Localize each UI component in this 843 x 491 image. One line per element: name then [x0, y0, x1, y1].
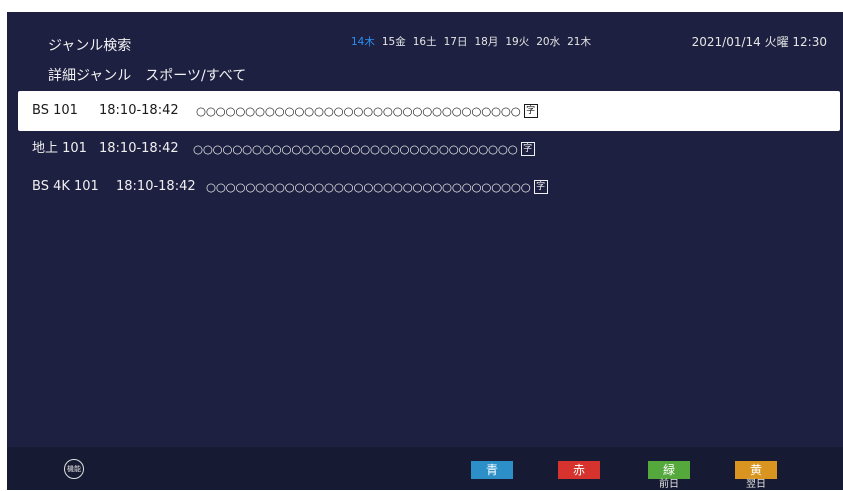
channel-label: BS 4K 101	[32, 179, 99, 194]
genre-subheader: 詳細ジャンル スポーツ/すべて	[48, 68, 247, 84]
green-key-button[interactable]: 緑 前日	[648, 461, 690, 490]
program-title: ○○○○○○○○○○○○○○○○○○○○○○○○○○○○○○○○○ 字	[193, 129, 535, 169]
date-tab-16[interactable]: 16土	[413, 34, 437, 49]
next-day-label: 翌日	[746, 479, 766, 490]
red-key-button[interactable]: 赤	[558, 461, 600, 479]
program-row[interactable]: BS 101 18:10-18:42 ○○○○○○○○○○○○○○○○○○○○○…	[18, 91, 840, 131]
time-label: 18:10-18:42	[116, 179, 196, 194]
yellow-key-button[interactable]: 黄 翌日	[735, 461, 777, 490]
green-key-label: 緑	[662, 463, 675, 477]
program-list: BS 101 18:10-18:42 ○○○○○○○○○○○○○○○○○○○○○…	[18, 91, 840, 207]
channel-label: BS 101	[32, 103, 78, 118]
footer-bar: 機能 青 赤 緑 前日 黄 翌日	[7, 447, 843, 490]
page-title: ジャンル検索	[48, 38, 132, 54]
program-row[interactable]: 地上 101 18:10-18:42 ○○○○○○○○○○○○○○○○○○○○○…	[18, 129, 840, 169]
subtitle-badge-icon: 字	[533, 179, 548, 194]
date-tab-21[interactable]: 21木	[567, 34, 591, 49]
header: ジャンル検索 14木 15金 16土 17日 18月 19火 20水 21木 2…	[7, 12, 843, 68]
date-tab-17[interactable]: 17日	[444, 34, 468, 49]
date-tab-18[interactable]: 18月	[475, 34, 499, 49]
red-key-label: 赤	[572, 463, 585, 477]
program-title: ○○○○○○○○○○○○○○○○○○○○○○○○○○○○○○○○○ 字	[196, 91, 538, 131]
program-title: ○○○○○○○○○○○○○○○○○○○○○○○○○○○○○○○○○ 字	[206, 167, 548, 207]
function-icon[interactable]: 機能	[64, 459, 84, 479]
tv-screen: ジャンル検索 14木 15金 16土 17日 18月 19火 20水 21木 2…	[7, 12, 843, 490]
blue-key-label: 青	[485, 463, 498, 477]
channel-label: 地上 101	[32, 141, 87, 156]
date-tab-15[interactable]: 15金	[382, 34, 406, 49]
date-tab-20[interactable]: 20水	[536, 34, 560, 49]
time-label: 18:10-18:42	[99, 103, 179, 118]
clock: 2021/01/14 火曜 12:30	[691, 35, 827, 49]
previous-day-label: 前日	[659, 479, 679, 490]
yellow-key-label: 黄	[749, 463, 762, 477]
time-label: 18:10-18:42	[99, 141, 179, 156]
blue-key-button[interactable]: 青	[471, 461, 513, 479]
date-tab-14[interactable]: 14木	[351, 34, 375, 49]
date-tab-19[interactable]: 19火	[505, 34, 529, 49]
subtitle-badge-icon: 字	[520, 141, 535, 156]
date-tabs: 14木 15金 16土 17日 18月 19火 20水 21木	[351, 34, 591, 49]
program-row[interactable]: BS 4K 101 18:10-18:42 ○○○○○○○○○○○○○○○○○○…	[18, 167, 840, 207]
subtitle-badge-icon: 字	[523, 103, 538, 118]
